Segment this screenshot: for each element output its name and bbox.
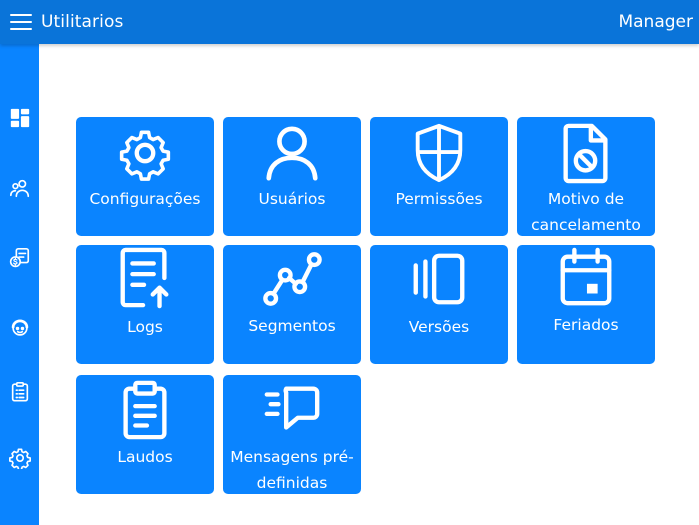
tile-label: Permissões bbox=[395, 190, 483, 208]
tile-label: Logs bbox=[127, 318, 163, 336]
sidebar-item-users[interactable] bbox=[3, 171, 36, 205]
tile-segmentos[interactable]: Segmentos bbox=[223, 245, 361, 364]
gear-icon bbox=[8, 448, 31, 469]
tile-label: Usuários bbox=[258, 190, 326, 208]
tile-label: Laudos bbox=[117, 448, 173, 466]
tile-label: Feriados bbox=[553, 316, 619, 334]
user-menu[interactable]: Manager bbox=[618, 12, 693, 32]
user-icon bbox=[266, 126, 318, 181]
tile-label: Configurações bbox=[89, 190, 201, 208]
file-cancel-icon bbox=[563, 123, 608, 184]
tile-laudos[interactable]: Laudos bbox=[76, 375, 214, 494]
line-chart-icon bbox=[263, 252, 322, 306]
sidebar-item-reports[interactable] bbox=[3, 375, 36, 409]
sidebar-item-settings[interactable] bbox=[3, 441, 36, 475]
clipboard-icon bbox=[11, 382, 28, 402]
topbar-left: Utilitarios bbox=[10, 12, 123, 32]
message-icon bbox=[264, 386, 320, 430]
tile-label: Versões bbox=[408, 318, 470, 336]
tile-versoes[interactable]: Versões bbox=[370, 245, 508, 364]
document-upload-icon bbox=[120, 247, 169, 309]
shield-icon bbox=[415, 123, 463, 183]
tile-logs[interactable]: Logs bbox=[76, 245, 214, 364]
tile-configuracoes[interactable]: Configurações bbox=[76, 117, 214, 236]
billing-icon bbox=[9, 248, 29, 268]
users-icon bbox=[9, 179, 29, 198]
support-icon bbox=[11, 319, 28, 336]
calendar-icon bbox=[560, 247, 612, 306]
tile-label: Motivo de cancelamento bbox=[531, 190, 641, 234]
sidebar bbox=[0, 44, 39, 525]
versions-icon bbox=[413, 253, 465, 305]
sidebar-item-dashboard[interactable] bbox=[3, 101, 36, 135]
clipboard-icon bbox=[123, 380, 167, 440]
dashboard-icon bbox=[10, 108, 29, 128]
top-bar: Utilitarios Manager bbox=[0, 0, 699, 44]
tile-mensagens-predefinidas[interactable]: Mensagens pré-definidas bbox=[223, 375, 361, 494]
gear-icon bbox=[119, 130, 171, 181]
sidebar-item-billing[interactable] bbox=[3, 241, 36, 275]
tile-feriados[interactable]: Feriados bbox=[517, 245, 655, 364]
tile-usuarios[interactable]: Usuários bbox=[223, 117, 361, 236]
sidebar-item-support[interactable] bbox=[3, 311, 36, 345]
tile-permissoes[interactable]: Permissões bbox=[370, 117, 508, 236]
hamburger-menu-icon[interactable] bbox=[10, 14, 32, 30]
tile-motivo-cancelamento[interactable]: Motivo de cancelamento bbox=[517, 117, 655, 236]
tile-label: Mensagens pré-definidas bbox=[230, 448, 354, 492]
page-title: Utilitarios bbox=[41, 12, 124, 32]
tile-label: Segmentos bbox=[248, 317, 336, 335]
